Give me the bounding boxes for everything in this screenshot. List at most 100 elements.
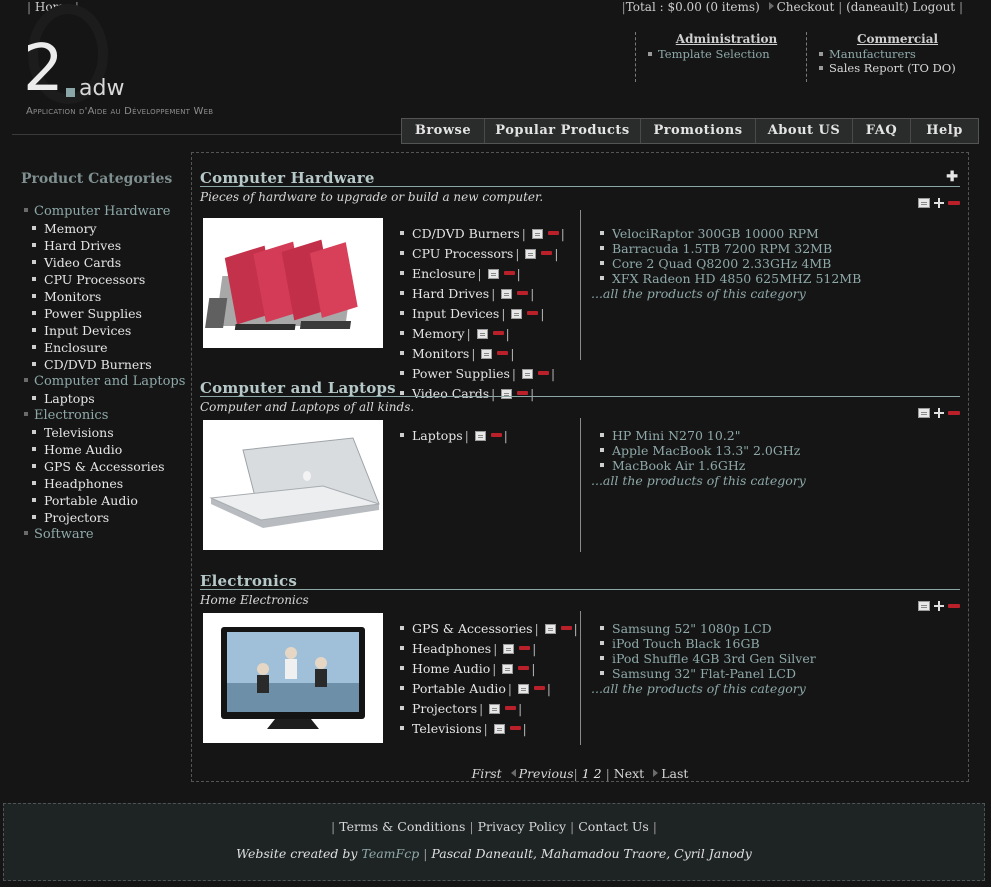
all-products-link[interactable]: ...all the products of this category [591, 286, 806, 301]
subcategory-link[interactable]: Memory [412, 326, 465, 341]
sidebar-subcategory[interactable]: Hard Drives [24, 237, 185, 254]
team-link[interactable]: TeamFcp [361, 846, 419, 861]
delete-icon[interactable] [517, 291, 529, 295]
add-icon[interactable] [934, 408, 944, 418]
delete-icon[interactable] [533, 686, 545, 690]
first-page-link[interactable]: First [472, 766, 502, 781]
sidebar-category[interactable]: Software [24, 526, 185, 543]
subcategory-link[interactable]: Portable Audio [412, 681, 506, 696]
product-link[interactable]: Apple MacBook 13.3" 2.0GHz [600, 443, 800, 458]
nav-faq[interactable]: FAQ [852, 119, 910, 143]
subcategory-link[interactable]: Headphones [412, 641, 491, 656]
delete-icon[interactable] [541, 251, 553, 255]
product-link[interactable]: Samsung 52" 1080p LCD [600, 621, 816, 636]
edit-icon[interactable] [918, 198, 930, 208]
edit-icon[interactable] [531, 229, 543, 239]
category-title[interactable]: Computer and Laptops [200, 379, 396, 397]
nav-help[interactable]: Help [910, 119, 978, 143]
checkout-link[interactable]: Checkout [777, 0, 835, 14]
delete-icon[interactable] [560, 626, 572, 630]
add-category-icon[interactable]: ✚ [946, 169, 958, 185]
sidebar-subcategory[interactable]: Enclosure [24, 339, 185, 356]
product-link[interactable]: iPod Touch Black 16GB [600, 636, 816, 651]
edit-icon[interactable] [489, 704, 501, 714]
subcategory-link[interactable]: Home Audio [412, 661, 490, 676]
edit-icon[interactable] [476, 329, 488, 339]
category-image-graphics-cards[interactable] [203, 218, 383, 348]
nav-popular-products[interactable]: Popular Products [484, 119, 640, 143]
terms-link[interactable]: Terms & Conditions [339, 819, 465, 834]
all-products-link[interactable]: ...all the products of this category [591, 681, 806, 696]
delete-icon[interactable] [527, 311, 539, 315]
edit-icon[interactable] [511, 309, 523, 319]
delete-icon[interactable] [509, 726, 521, 730]
delete-icon[interactable] [519, 646, 531, 650]
edit-icon[interactable] [521, 369, 533, 379]
edit-icon[interactable] [517, 684, 529, 694]
edit-icon[interactable] [525, 249, 537, 259]
category-image-laptop[interactable] [203, 420, 383, 550]
sidebar-category[interactable]: Electronics [24, 407, 185, 424]
subcategory-link[interactable]: Laptops [412, 428, 463, 443]
sidebar-subcategory[interactable]: Projectors [24, 509, 185, 526]
commercial-title[interactable]: Commercial [819, 32, 976, 46]
subcategory-link[interactable]: GPS & Accessories [412, 621, 533, 636]
edit-icon[interactable] [493, 724, 505, 734]
delete-icon[interactable] [505, 706, 517, 710]
nav-about-us[interactable]: About US [755, 119, 852, 143]
delete-icon[interactable] [537, 371, 549, 375]
sidebar-subcategory[interactable]: Portable Audio [24, 492, 185, 509]
contact-link[interactable]: Contact Us [578, 819, 649, 834]
add-icon[interactable] [934, 601, 944, 611]
sidebar-subcategory[interactable]: Headphones [24, 475, 185, 492]
category-title[interactable]: Electronics [200, 572, 297, 590]
delete-icon[interactable] [492, 331, 504, 335]
product-link[interactable]: VelociRaptor 300GB 10000 RPM [600, 226, 861, 241]
subcategory-link[interactable]: Enclosure [412, 266, 476, 281]
sidebar-subcategory[interactable]: GPS & Accessories [24, 458, 185, 475]
delete-icon[interactable] [497, 351, 509, 355]
sidebar-subcategory[interactable]: Video Cards [24, 254, 185, 271]
edit-icon[interactable] [474, 431, 486, 441]
last-page-link[interactable]: Last [661, 766, 688, 781]
sidebar-subcategory[interactable]: Power Supplies [24, 305, 185, 322]
category-image-television[interactable] [203, 613, 383, 743]
sidebar-category[interactable]: Computer and Laptops [24, 373, 185, 390]
sidebar-subcategory[interactable]: Home Audio [24, 441, 185, 458]
sales-report-item[interactable]: Sales Report (TO DO) [819, 61, 976, 75]
edit-icon[interactable] [503, 644, 515, 654]
edit-icon[interactable] [918, 601, 930, 611]
delete-icon[interactable] [948, 411, 960, 415]
previous-page-link[interactable]: Previous [519, 766, 574, 781]
edit-icon[interactable] [918, 408, 930, 418]
template-selection-link[interactable]: Template Selection [648, 47, 805, 61]
edit-icon[interactable] [481, 349, 493, 359]
sidebar-subcategory[interactable]: Laptops [24, 390, 185, 407]
product-link[interactable]: Barracuda 1.5TB 7200 RPM 32MB [600, 241, 861, 256]
delete-icon[interactable] [518, 666, 530, 670]
product-link[interactable]: iPod Shuffle 4GB 3rd Gen Silver [600, 651, 816, 666]
sidebar-subcategory[interactable]: Monitors [24, 288, 185, 305]
edit-icon[interactable] [544, 624, 556, 634]
page-1-link[interactable]: 1 [582, 766, 590, 781]
logout-link[interactable]: Logout [912, 0, 955, 14]
subcategory-link[interactable]: Televisions [412, 721, 482, 736]
subcategory-link[interactable]: CD/DVD Burners [412, 226, 520, 241]
delete-icon[interactable] [948, 201, 960, 205]
product-link[interactable]: XFX Radeon HD 4850 625MHZ 512MB [600, 271, 861, 286]
sidebar-subcategory[interactable]: CD/DVD Burners [24, 356, 185, 373]
sidebar-subcategory[interactable]: Input Devices [24, 322, 185, 339]
product-link[interactable]: Core 2 Quad Q8200 2.33GHz 4MB [600, 256, 861, 271]
nav-browse[interactable]: Browse [402, 119, 484, 143]
subcategory-link[interactable]: Hard Drives [412, 286, 489, 301]
administration-title[interactable]: Administration [648, 32, 805, 46]
edit-icon[interactable] [502, 664, 514, 674]
subcategory-link[interactable]: Monitors [412, 346, 469, 361]
delete-icon[interactable] [547, 231, 559, 235]
all-products-link[interactable]: ...all the products of this category [591, 473, 806, 488]
add-icon[interactable] [934, 198, 944, 208]
next-page-link[interactable]: Next [614, 766, 644, 781]
delete-icon[interactable] [490, 433, 502, 437]
subcategory-link[interactable]: CPU Processors [412, 246, 513, 261]
product-link[interactable]: MacBook Air 1.6GHz [600, 458, 800, 473]
